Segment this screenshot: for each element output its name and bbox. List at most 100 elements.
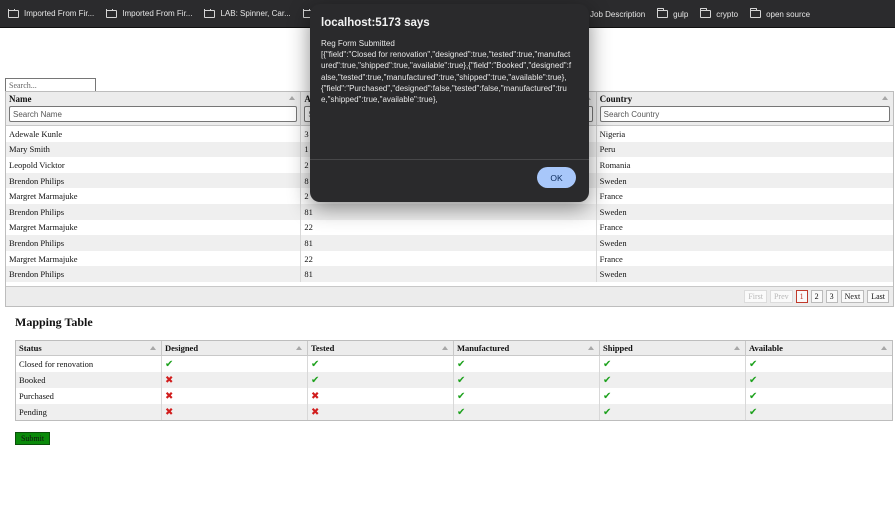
cell-flag: ✔ [308,356,454,372]
ok-button[interactable]: OK [537,167,576,188]
cell-name: Mary Smith [6,141,302,158]
cell-flag: ✖ [308,388,454,404]
cell-flag: ✔ [600,356,746,372]
bookmark-folder[interactable]: gulp [657,8,688,19]
sort-icon[interactable] [734,346,740,350]
table-row: Purchased ✖ ✖ ✔ ✔ ✔ [16,388,892,404]
cell-flag: ✔ [600,404,746,420]
cross-icon: ✖ [165,390,174,402]
column-title: Available [749,343,783,353]
cross-icon: ✖ [165,406,174,418]
folder-icon [8,9,19,18]
sort-icon[interactable] [150,346,156,350]
global-search-input[interactable] [5,78,96,92]
cell-flag: ✔ [746,372,892,388]
check-icon: ✔ [457,390,466,402]
check-icon: ✔ [749,374,758,386]
cell-country: Sweden [599,237,627,248]
sort-icon[interactable] [588,346,594,350]
cell-age: 81 [301,266,597,282]
cell-flag: ✔ [600,388,746,404]
mapping-table-title: Mapping Table [15,315,93,329]
cell-flag: ✔ [308,372,454,388]
column-header-name[interactable]: Name [6,92,302,125]
cell-flag: ✖ [162,372,308,388]
table-row: Pending ✖ ✖ ✔ ✔ ✔ [16,404,892,420]
next-page-button[interactable]: Next [840,289,865,303]
bookmarks-right: Job Description gulp crypto open source [590,0,822,28]
cell-name: Brendon Philips [6,172,302,189]
search-name-input[interactable] [9,106,298,122]
cell-country: Nigeria [599,128,626,139]
bookmark-folder[interactable]: LAB: Spinner, Car... [204,9,291,18]
check-icon: ✔ [457,358,466,370]
sort-icon[interactable] [881,346,887,350]
pagination: First Prev 1 2 3 Next Last [6,285,893,306]
page-1-button[interactable]: 1 [795,289,808,303]
prev-page-button[interactable]: Prev [769,289,793,303]
page-3-button[interactable]: 3 [825,289,838,303]
cell-status: Purchased [16,388,162,404]
column-header-country[interactable]: Country [597,92,893,125]
cell-flag: ✖ [308,404,454,420]
bookmark-folder[interactable]: open source [750,8,810,19]
page-2-button[interactable]: 2 [810,289,823,303]
alert-dialog: localhost:5173 says Reg Form Submitted [… [310,4,589,202]
submit-button[interactable]: Submit [15,432,50,445]
dialog-divider [310,159,589,160]
check-icon: ✔ [311,358,320,370]
cell-country: France [599,222,623,233]
table-row[interactable]: Brendon Philips 81 Sweden [6,266,893,282]
table-row[interactable]: Margret Marmajuke 22 France [6,250,893,267]
cross-icon: ✖ [165,374,174,386]
check-icon: ✔ [749,358,758,370]
table-row[interactable]: Brendon Philips 81 Sweden [6,203,893,220]
cell-age: 81 [301,203,597,220]
cell-country: Romania [599,159,631,170]
cell-status: Booked [16,372,162,388]
cross-icon: ✖ [311,406,320,418]
cell-flag: ✔ [600,372,746,388]
bookmark-folder[interactable]: Job Description [590,10,645,19]
cell-country: France [599,253,623,264]
check-icon: ✔ [749,390,758,402]
column-header-shipped[interactable]: Shipped [600,341,746,355]
cell-age: 22 [301,219,597,236]
cell-country: France [599,191,623,202]
cell-age: 81 [301,235,597,251]
cell-flag: ✔ [454,356,600,372]
check-icon: ✔ [603,374,612,386]
dialog-title: localhost:5173 says [321,17,430,29]
mapping-table: Status Designed Tested Manufactured Ship… [15,340,893,421]
column-header-available[interactable]: Available [746,341,892,355]
bookmark-folder[interactable]: Imported From Fir... [106,9,192,18]
column-title: Status [19,343,42,353]
cell-flag: ✔ [454,388,600,404]
sort-icon[interactable] [289,96,296,100]
check-icon: ✔ [311,374,320,386]
table-row[interactable]: Brendon Philips 81 Sweden [6,235,893,251]
column-title: Shipped [603,343,633,353]
cell-name: Adewale Kunle [6,126,302,142]
cell-country: Peru [599,144,616,155]
cell-name: Brendon Philips [6,266,302,282]
cross-icon: ✖ [311,390,320,402]
bookmark-folder[interactable]: crypto [700,8,738,19]
last-page-button[interactable]: Last [867,289,889,303]
column-header-status[interactable]: Status [16,341,162,355]
column-header-manufactured[interactable]: Manufactured [454,341,600,355]
check-icon: ✔ [457,406,466,418]
first-page-button[interactable]: First [744,289,767,303]
sort-icon[interactable] [296,346,302,350]
search-country-input[interactable] [599,106,890,122]
sort-icon[interactable] [881,96,888,100]
bookmark-label: Job Description [590,9,646,19]
table-row[interactable]: Margret Marmajuke 22 France [6,219,893,236]
column-header-tested[interactable]: Tested [308,341,454,355]
bookmark-folder[interactable]: Imported From Fir... [8,9,94,18]
column-header-designed[interactable]: Designed [162,341,308,355]
column-title: Country [599,94,633,104]
check-icon: ✔ [603,390,612,402]
table-row: Closed for renovation ✔ ✔ ✔ ✔ ✔ [16,356,892,372]
sort-icon[interactable] [442,346,448,350]
